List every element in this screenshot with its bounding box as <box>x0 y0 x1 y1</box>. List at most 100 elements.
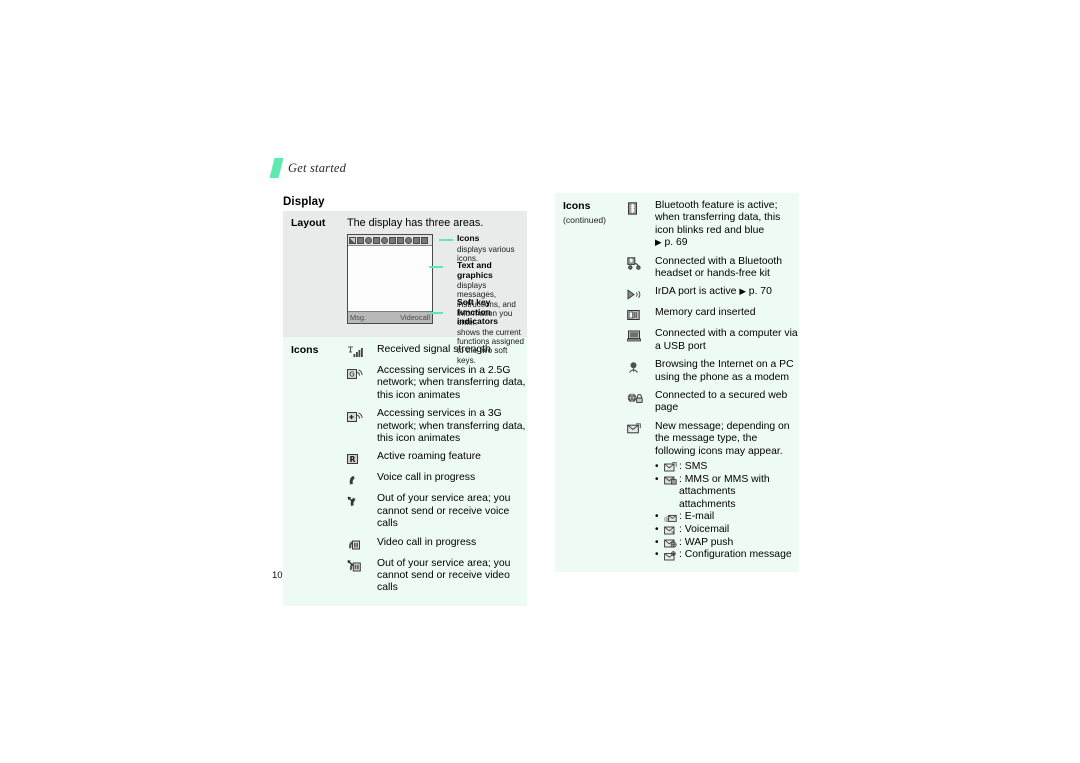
list-item: • : Voicemail <box>655 524 799 537</box>
list-item-text: : WAP push <box>679 536 734 548</box>
page-ref: p. 70 <box>748 286 772 298</box>
list-item-text: : SMS <box>679 461 708 473</box>
bullet-icon: • <box>655 549 659 561</box>
left-column: Layout The display has three areas. Msg.… <box>283 211 527 606</box>
layout-row-label: Layout <box>291 217 326 229</box>
bullet-icon: • <box>655 524 659 536</box>
list-item-text: Video call in progress <box>377 536 477 548</box>
icons-panel-right: Icons (continued) Bluetooth feature is a… <box>555 193 799 572</box>
callout-softkeys: Soft key function indicators shows the c… <box>429 297 525 365</box>
configuration-message-icon <box>664 549 679 562</box>
layout-intro-text: The display has three areas. <box>347 217 484 229</box>
sms-icon <box>664 461 679 474</box>
statusbar-signal-icon <box>349 236 356 244</box>
irda-icon <box>627 286 653 301</box>
network-3g-icon <box>347 408 375 423</box>
icons-row-left-label: Icons <box>291 344 319 356</box>
list-item-text: Connected with a Bluetooth headset or ha… <box>655 255 783 280</box>
icons-row-right-label: Icons (continued) <box>555 200 627 227</box>
statusbar-network-icon <box>365 236 372 244</box>
icons-row-right-label-sub: (continued) <box>563 215 606 225</box>
list-item: • : WAP push <box>655 537 799 550</box>
list-item: • : Configuration message <box>655 549 799 562</box>
statusbar-alarm-icon <box>413 236 420 244</box>
icons-row-right-label-text: Icons <box>563 200 591 212</box>
running-header-title: Get started <box>288 160 347 175</box>
list-item: Out of your service area; you cannot sen… <box>347 558 527 595</box>
network-2-5g-icon: G <box>347 365 375 380</box>
list-item-body: Bluetooth feature is active; when transf… <box>655 200 781 236</box>
callout-text-graphics-title: Text and graphics <box>457 260 493 280</box>
list-item-body: New message; depending on the message ty… <box>655 420 790 457</box>
list-item-text: Connected to a secured web page <box>655 390 788 414</box>
page-ref: p. 69 <box>664 237 688 249</box>
list-item-text: Out of your service area; you cannot sen… <box>377 557 511 594</box>
layout-row-body: The display has three areas. Msg. Videoc… <box>347 217 527 365</box>
bullet-icon: • <box>655 511 659 523</box>
list-item: • attachments <box>655 499 799 512</box>
icons-panel-left: Icons Received signal strength G Accessi… <box>283 337 527 606</box>
list-item: Bluetooth feature is active; when transf… <box>627 200 799 250</box>
svg-text:G: G <box>349 370 354 378</box>
bullet-icon: • <box>655 461 659 473</box>
list-item: Voice call in progress <box>347 472 527 487</box>
list-item-text: : E-mail <box>679 511 715 523</box>
list-item-text: Accessing services in a 2.5G network; wh… <box>377 365 526 401</box>
list-item: Connected to a secured web page <box>627 390 799 415</box>
message-type-list: • : SMS •: MMS or MMS with attachments … <box>655 461 799 562</box>
list-item-text: Memory card inserted <box>655 307 756 319</box>
list-item: Video call in progress <box>347 537 527 552</box>
list-item: • @ : E-mail <box>655 511 799 524</box>
icons-list-left: Received signal strength G Accessing ser… <box>347 344 527 595</box>
list-item-text: Active roaming feature <box>377 451 481 463</box>
callout-leader-line-icon <box>439 239 453 241</box>
bluetooth-headset-icon <box>627 256 653 271</box>
statusbar-volume-icon <box>421 236 428 244</box>
phone-screen-mock: Msg. Videocall <box>347 234 433 324</box>
secure-web-icon <box>627 390 653 405</box>
callout-leader-line-icon <box>429 312 443 314</box>
memory-card-icon <box>627 307 653 322</box>
manual-page: Get started Display Layout The display h… <box>0 0 1080 763</box>
video-call-no-service-icon <box>347 558 375 573</box>
voice-call-no-service-icon <box>347 493 375 508</box>
statusbar-memory-icon <box>397 236 404 244</box>
email-icon: @ <box>664 511 679 524</box>
list-item-text-cont: attachments <box>679 498 736 510</box>
list-item-text: : MMS or MMS with attachments <box>679 473 770 498</box>
signal-strength-icon <box>347 344 375 359</box>
statusbar-roaming-icon <box>373 236 380 244</box>
callout-icons-title: Icons <box>457 233 480 243</box>
page-title: Display <box>283 196 325 208</box>
list-item-text: : Configuration message <box>679 549 792 561</box>
phone-statusbar <box>348 235 432 246</box>
mms-icon <box>664 474 679 487</box>
list-item: Memory card inserted <box>627 307 799 322</box>
new-message-icon <box>627 421 653 436</box>
statusbar-call-icon <box>381 236 388 244</box>
statusbar-message-icon <box>405 236 412 244</box>
bullet-icon: • <box>655 473 659 485</box>
softkey-left-label: Msg. <box>350 313 367 322</box>
list-item: Connected with a computer via a USB port <box>627 328 799 353</box>
list-item: Out of your service area; you cannot sen… <box>347 493 527 530</box>
list-item: • : MMS or MMS with attachments <box>655 474 799 499</box>
callout-icons: Icons displays various icons. <box>439 233 525 263</box>
list-item-text: New message; depending on the message ty… <box>653 421 799 562</box>
video-call-icon <box>347 537 375 552</box>
list-item: New message; depending on the message ty… <box>627 421 799 562</box>
list-item: Accessing services in a 3G network; when… <box>347 408 527 445</box>
modem-icon <box>627 359 653 374</box>
list-item: R Active roaming feature <box>347 451 527 466</box>
callout-softkeys-title: Soft key function indicators <box>457 297 499 327</box>
statusbar-battery-icon <box>357 236 364 244</box>
list-item-text: Bluetooth feature is active; when transf… <box>653 200 799 250</box>
list-item-text: Voice call in progress <box>377 472 476 484</box>
list-item: Browsing the Internet on a PC using the … <box>627 359 799 384</box>
list-item-text: Browsing the Internet on a PC using the … <box>655 359 794 383</box>
list-item-body: IrDA port is active <box>655 286 737 298</box>
svg-text:R: R <box>350 455 356 464</box>
list-item: G Accessing services in a 2.5G network; … <box>347 365 527 402</box>
softkey-right-label: Videocall <box>400 313 430 322</box>
